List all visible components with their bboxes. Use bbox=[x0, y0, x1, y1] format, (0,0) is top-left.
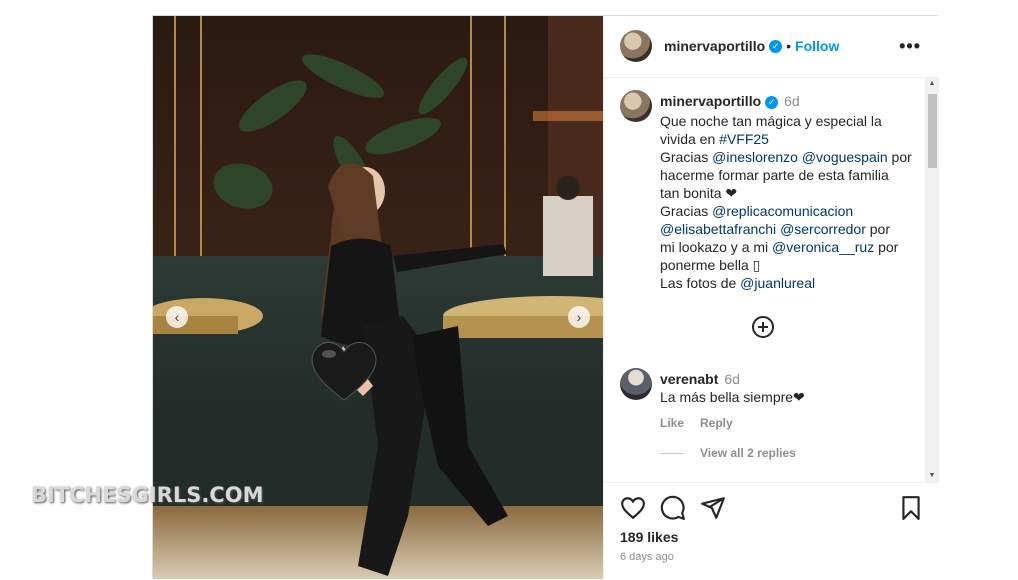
avatar[interactable] bbox=[620, 30, 652, 62]
scrollbar-thumb[interactable] bbox=[928, 94, 937, 168]
caption-text-segment: mi lookazo y a mi bbox=[660, 239, 773, 255]
caption-text-segment: Gracias bbox=[660, 149, 713, 165]
post-header: minervaportillo ✓ • Follow ••• bbox=[604, 16, 939, 78]
scroll-up-icon[interactable]: ▲ bbox=[925, 78, 939, 90]
caption-text-segment: Gracias bbox=[660, 203, 713, 219]
caption-text-segment: por bbox=[865, 221, 890, 237]
comment-icon[interactable] bbox=[660, 495, 686, 521]
chevron-left-icon[interactable]: ‹ bbox=[166, 306, 188, 328]
mention-link[interactable]: @sercorredor bbox=[780, 221, 866, 237]
chevron-right-icon[interactable]: › bbox=[568, 306, 590, 328]
view-replies-label: View all 2 replies bbox=[700, 446, 796, 460]
comment-time: 6d bbox=[724, 371, 740, 387]
reply-button[interactable]: Reply bbox=[700, 416, 733, 430]
mention-link[interactable]: @veronica__ruz bbox=[772, 239, 874, 255]
comment-body: verenabt 6d La más bella siempre❤ bbox=[660, 370, 910, 406]
caption-text-segment: por bbox=[874, 239, 899, 255]
more-options-icon[interactable]: ••• bbox=[899, 36, 921, 57]
caption-line: @elisabettafranchi @sercorredor por bbox=[660, 220, 910, 238]
avatar[interactable] bbox=[620, 90, 652, 122]
heart-sticker bbox=[309, 338, 379, 409]
comment-username[interactable]: verenabt bbox=[660, 371, 718, 387]
scrollbar[interactable]: ▲ ▼ bbox=[925, 78, 939, 482]
view-replies-button[interactable]: View all 2 replies bbox=[660, 446, 796, 460]
verified-icon: ✓ bbox=[769, 40, 783, 54]
post-sidebar: minervaportillo ✓ • Follow ••• minervaporti… bbox=[603, 16, 939, 579]
mention-link[interactable]: @juanlureal bbox=[740, 275, 815, 291]
header-user: minervaportillo ✓ • Follow bbox=[664, 38, 839, 56]
caption-line: Gracias @replicacomunicacion bbox=[660, 202, 910, 220]
caption-text-segment: tan bonita ❤ bbox=[660, 185, 738, 201]
bookmark-icon[interactable] bbox=[898, 495, 924, 521]
separator-dot: • bbox=[786, 38, 792, 54]
likes-count[interactable]: 189 likes bbox=[620, 529, 678, 545]
caption-line: mi lookazo y a mi @veronica__ruz por bbox=[660, 238, 910, 256]
comment-actions: Like Reply bbox=[660, 416, 749, 430]
like-comment-button[interactable]: Like bbox=[660, 416, 684, 430]
heart-icon[interactable] bbox=[620, 495, 646, 521]
caption-line: Gracias @ineslorenzo @voguespain por bbox=[660, 148, 912, 166]
caption-time: 6d bbox=[784, 93, 800, 109]
comments-panel[interactable]: minervaportillo ✓ 6d Que noche tan mágica … bbox=[604, 78, 924, 482]
caption-line: Las fotos de @juanlureal bbox=[660, 274, 910, 292]
action-bar: 189 likes 6 days ago bbox=[604, 482, 939, 580]
caption-line: vivida en #VFF25 bbox=[660, 130, 910, 148]
caption-username[interactable]: minervaportillo bbox=[660, 93, 761, 109]
mention-link[interactable]: @elisabettafranchi bbox=[660, 221, 776, 237]
caption-line: Que noche tan mágica y especial la bbox=[660, 112, 910, 130]
caption-text-segment: Que noche tan mágica y especial la bbox=[660, 113, 882, 129]
mention-link[interactable]: @ineslorenzo bbox=[712, 149, 798, 165]
hashtag-link[interactable]: #VFF25 bbox=[719, 131, 769, 147]
add-comment-icon[interactable] bbox=[752, 316, 774, 338]
caption-text-segment: Las fotos de bbox=[660, 275, 741, 291]
caption-line: tan bonita ❤ bbox=[660, 184, 910, 202]
post-age: 6 days ago bbox=[620, 551, 674, 563]
caption-text-segment: vivida en bbox=[660, 131, 720, 147]
mention-link[interactable]: @replicacomunicacion bbox=[712, 203, 853, 219]
avatar[interactable] bbox=[620, 368, 652, 400]
replies-divider bbox=[660, 453, 684, 455]
caption-text-segment: por bbox=[887, 149, 912, 165]
mention-link[interactable]: @voguespain bbox=[802, 149, 888, 165]
caption-text: Que noche tan mágica y especial la vivida… bbox=[660, 112, 912, 292]
caption-text-segment: ponerme bella ▯ bbox=[660, 257, 761, 273]
caption-line: ponerme bella ▯ bbox=[660, 256, 910, 274]
follow-button[interactable]: Follow bbox=[795, 38, 839, 54]
caption-line: hacerme formar parte de esta familia bbox=[660, 166, 910, 184]
comment-text: La más bella siempre❤ bbox=[660, 389, 805, 405]
verified-icon: ✓ bbox=[765, 95, 779, 109]
scroll-down-icon[interactable]: ▼ bbox=[925, 470, 939, 482]
site-watermark: BITCHESGIRLS.COM bbox=[31, 483, 264, 507]
instagram-post: ‹ › minervaportillo ✓ • Follow ••• minervap… bbox=[152, 15, 939, 579]
share-icon[interactable] bbox=[700, 495, 726, 521]
username-link[interactable]: minervaportillo bbox=[664, 38, 765, 54]
caption: minervaportillo ✓ 6d Que noche tan mágica … bbox=[660, 92, 912, 292]
caption-text-segment: hacerme formar parte de esta familia bbox=[660, 167, 889, 183]
